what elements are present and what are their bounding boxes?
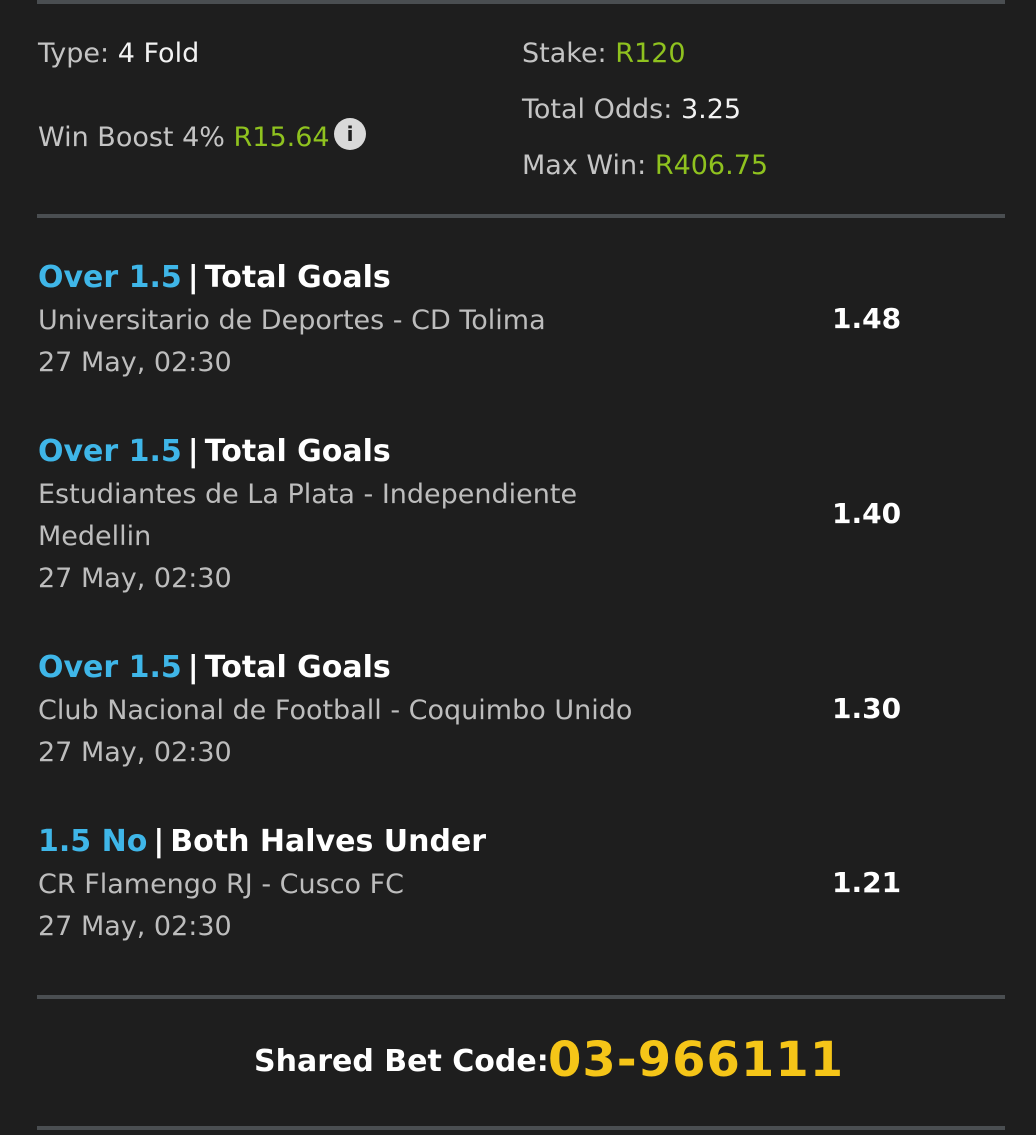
selection-match: CR Flamengo RJ - Cusco FC <box>38 869 405 900</box>
selection-item[interactable]: Over 1.5 | Total Goals Club Nacional de Fo… <box>38 646 978 774</box>
shared-bet-code-label: Shared Bet Code: <box>254 1044 549 1079</box>
top-divider <box>37 0 1005 4</box>
selection-pick: Over 1.5 <box>38 260 182 295</box>
selection-title: Over 1.5 | Total Goals <box>38 646 978 690</box>
selection-separator: | <box>187 650 199 685</box>
selection-title: 1.5 No | Both Halves Under <box>38 820 978 864</box>
selection-time: 27 May, 02:30 <box>38 737 232 768</box>
selections-divider <box>37 995 1005 999</box>
bet-type-value: 4 Fold <box>117 38 200 69</box>
selection-pick: 1.5 No <box>38 824 148 859</box>
selection-pick: Over 1.5 <box>38 434 182 469</box>
win-boost-value: R15.64 <box>233 122 330 153</box>
info-icon[interactable]: i <box>334 118 366 150</box>
selection-odds: 1.21 <box>832 866 902 899</box>
bet-type-row: Type: 4 Fold <box>38 34 199 74</box>
total-odds-label: Total Odds: <box>522 94 673 125</box>
selection-pick: Over 1.5 <box>38 650 182 685</box>
selection-market: Total Goals <box>204 434 391 469</box>
selection-item[interactable]: Over 1.5 | Total Goals Universitario de De… <box>38 256 978 384</box>
selection-time: 27 May, 02:30 <box>38 563 232 594</box>
stake-label: Stake: <box>522 38 607 69</box>
win-boost-row: Win Boost 4% R15.64 i <box>38 118 366 158</box>
selection-title: Over 1.5 | Total Goals <box>38 256 978 300</box>
total-odds-row: Total Odds: 3.25 <box>522 90 768 146</box>
max-win-label: Max Win: <box>522 150 647 181</box>
selection-title: Over 1.5 | Total Goals <box>38 430 978 474</box>
stake-row: Stake: R120 <box>522 34 768 90</box>
selection-market: Total Goals <box>204 650 391 685</box>
bet-type-label: Type: <box>38 38 110 69</box>
selection-item[interactable]: Over 1.5 | Total Goals Estudiantes de La P… <box>38 430 978 600</box>
bet-summary-right: Stake: R120 Total Odds: 3.25 Max Win: R4… <box>522 34 768 202</box>
selection-separator: | <box>187 260 199 295</box>
selection-odds: 1.30 <box>832 692 902 725</box>
selection-item[interactable]: 1.5 No | Both Halves Under CR Flamengo RJ … <box>38 820 978 948</box>
shared-bet-code-value[interactable]: 03-966111 <box>548 1032 844 1088</box>
selection-time: 27 May, 02:30 <box>38 347 232 378</box>
selection-separator: | <box>187 434 199 469</box>
max-win-row: Max Win: R406.75 <box>522 146 768 202</box>
win-boost-label: Win Boost 4% <box>38 122 225 153</box>
selection-market: Total Goals <box>204 260 391 295</box>
selection-match: Club Nacional de Football - Coquimbo Uni… <box>38 695 633 726</box>
total-odds-value: 3.25 <box>680 94 742 125</box>
bet-summary-left: Type: 4 Fold Win Boost 4% R15.64 i <box>38 34 366 153</box>
shared-bet-code-section: Shared Bet Code: 03-966111 <box>0 1030 1036 1100</box>
selection-separator: | <box>153 824 165 859</box>
bottom-divider <box>37 1126 1005 1130</box>
selection-odds: 1.48 <box>832 302 902 335</box>
summary-divider <box>37 214 1005 218</box>
selection-odds: 1.40 <box>832 497 902 530</box>
stake-value: R120 <box>615 38 686 69</box>
selection-match: Universitario de Deportes - CD Tolima <box>38 305 546 336</box>
max-win-value: R406.75 <box>654 150 769 181</box>
selection-market: Both Halves Under <box>170 824 487 859</box>
selection-time: 27 May, 02:30 <box>38 911 232 942</box>
selection-match: Estudiantes de La Plata - Independiente … <box>38 479 578 552</box>
